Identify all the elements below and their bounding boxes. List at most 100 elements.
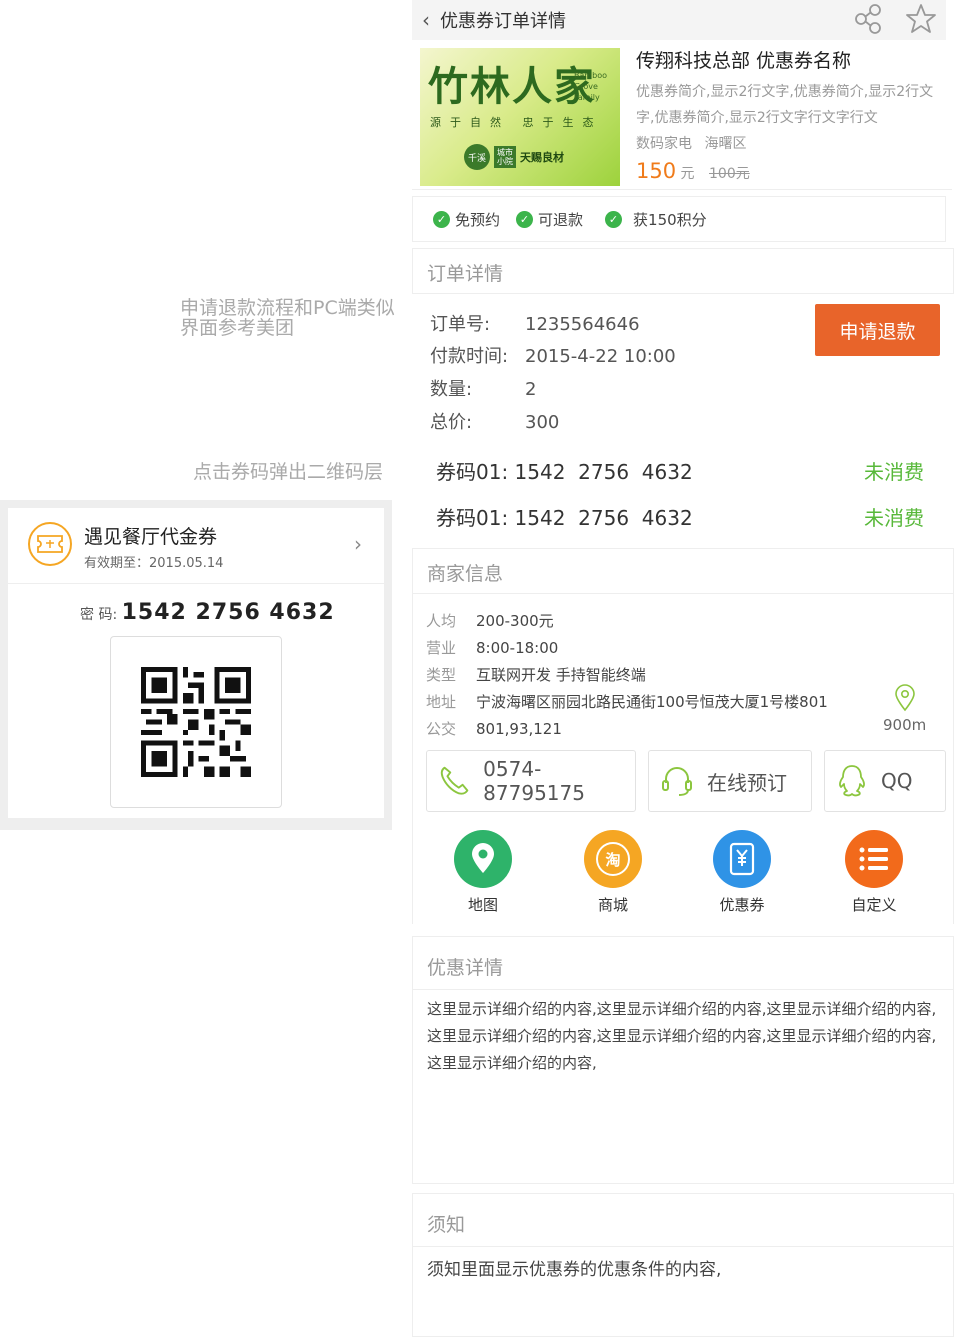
logo-badge-2: 城市小院: [494, 146, 516, 168]
product-desc: 优惠券简介,显示2行文字,优惠券简介,显示2行文字,优惠券简介,显示2行文字行文…: [636, 84, 934, 126]
phone-screen: ‹ 优惠券订单详情 竹林人家 Bamboo Grove Family 源于自然 …: [412, 0, 954, 1337]
merchant-row: 地址 宁波海曙区丽园北路民通街100号恒茂大厦1号楼801: [426, 691, 828, 712]
map-pin-icon: [454, 830, 512, 888]
online-booking-button[interactable]: 在线预订: [648, 750, 812, 812]
check-icon: ✓: [605, 210, 623, 228]
location-link[interactable]: 900m: [883, 684, 926, 734]
refund-note-line-1: 申请退款流程和PC端类似: [180, 297, 395, 319]
qr-code-icon: [141, 667, 251, 777]
product-price-unit: 元: [680, 166, 695, 182]
detail-text: 这里显示详细介绍的内容,这里显示详细介绍的内容,这里显示详细介绍的内容,这里显示…: [412, 990, 954, 1184]
order-section-title: 订单详情: [412, 248, 954, 294]
logo-slogan: 源于自然 忠于生态: [430, 116, 603, 129]
merchant-value: 互联网开发 手持智能终端: [476, 666, 646, 684]
check-icon: ✓: [516, 210, 534, 228]
product-old-price: 100元: [709, 166, 750, 182]
share-icon[interactable]: [852, 2, 886, 36]
order-label: 订单号:: [430, 314, 491, 335]
tag-label: 获150积分: [633, 210, 707, 229]
merchant-label: 公交: [426, 720, 457, 738]
order-row: 付款时间: 2015-4-22 10:00: [430, 342, 676, 368]
qq-label: QQ: [881, 769, 913, 793]
product-image: 竹林人家 Bamboo Grove Family 源于自然 忠于生态 千溪 城市…: [420, 48, 620, 186]
phone-button[interactable]: 0574-87795175: [426, 750, 636, 812]
order-row: 订单号: 1235564646: [430, 310, 640, 336]
tag-label: 免预约: [455, 210, 501, 229]
coupon-name: 遇见餐厅代金券: [84, 526, 218, 548]
list-icon: [845, 830, 903, 888]
refund-button[interactable]: 申请退款: [815, 304, 940, 356]
merchant-section-title: 商家信息: [412, 548, 954, 594]
detail-section-title: 优惠详情: [412, 936, 954, 990]
app-coupon[interactable]: 优惠券: [702, 830, 782, 915]
product-district: 海曙区: [704, 136, 747, 152]
refund-note: 申请退款流程和PC端类似 界面参考美团: [180, 298, 395, 338]
logo-badge-1: 千溪: [464, 144, 490, 170]
order-value: 2015-4-22 10:00: [525, 346, 676, 367]
merchant-label: 类型: [426, 666, 457, 684]
app-label: 商城: [597, 896, 628, 914]
merchant-label: 营业: [426, 639, 457, 657]
product-info: 传翔科技总部 优惠券名称 优惠券简介,显示2行文字,优惠券简介,显示2行文字,优…: [636, 46, 946, 183]
coupon-ticket-icon: [28, 522, 72, 566]
headset-icon: [662, 767, 692, 796]
phone-number: 0574-87795175: [483, 757, 585, 805]
coupon-code-row[interactable]: 券码01: 1542 2756 4632 未消费: [412, 502, 954, 548]
distance: 900m: [883, 716, 927, 734]
tag-list: ✓ 免预约 ✓ 可退款 ✓ 获150积分: [412, 196, 946, 242]
tag-item: ✓ 获150积分: [605, 209, 707, 230]
code-status: 未消费: [864, 460, 924, 484]
app-label: 自定义: [851, 896, 897, 914]
order-value: 300: [525, 412, 560, 433]
taobao-icon: 淘: [584, 830, 642, 888]
qq-icon: [839, 765, 865, 797]
password-label: 密 码:: [80, 607, 118, 623]
top-actions: [852, 2, 938, 36]
order-label: 数量:: [430, 379, 473, 400]
top-bar: ‹ 优惠券订单详情: [412, 0, 946, 40]
order-label: 付款时间:: [430, 346, 509, 367]
chevron-left-icon[interactable]: ‹: [412, 8, 440, 32]
app-label: 地图: [467, 896, 498, 914]
qr-code: [110, 636, 282, 808]
merchant-row: 类型 互联网开发 手持智能终端: [426, 664, 646, 685]
product-card[interactable]: 竹林人家 Bamboo Grove Family 源于自然 忠于生态 千溪 城市…: [412, 40, 952, 190]
order-row: 总价: 300: [430, 408, 559, 434]
qq-button[interactable]: QQ: [824, 750, 946, 812]
phone-icon: [440, 766, 469, 795]
location-pin-icon: [894, 684, 915, 712]
tag-item: ✓ 可退款: [516, 209, 583, 230]
mobile-yen-icon: [713, 830, 771, 888]
merchant-label: 人均: [426, 612, 457, 630]
logo-en: Bamboo Grove Family: [574, 71, 608, 102]
merchant-row: 人均 200-300元: [426, 610, 554, 631]
qr-popup: 遇见餐厅代金券 有效期至：2015.05.14 › 密 码: 1542 2756…: [8, 508, 384, 818]
merchant-row: 营业 8:00-18:00: [426, 637, 558, 658]
tag-label: 可退款: [538, 210, 584, 229]
app-map[interactable]: 地图: [443, 830, 523, 915]
check-icon: ✓: [433, 210, 450, 228]
order-label: 总价:: [430, 412, 473, 433]
merchant-row: 公交 801,93,121: [426, 718, 562, 739]
code-value: 1542 2756 4632: [514, 506, 693, 530]
coupon-code-row[interactable]: 券码01: 1542 2756 4632 未消费: [412, 456, 954, 502]
order-details: 订单号: 1235564646 付款时间: 2015-4-22 10:00 数量: 2…: [412, 296, 954, 446]
page: 申请退款流程和PC端类似 界面参考美团 点击券码弹出二维码层 遇见餐厅代金券 有…: [0, 0, 960, 1337]
order-value: 1235564646: [525, 314, 640, 335]
page-title: 优惠券订单详情: [440, 11, 566, 32]
product-price: 150: [636, 159, 677, 183]
logo-main: 竹林人家: [428, 63, 596, 110]
merchant-value: 200-300元: [476, 612, 554, 630]
coupon-row[interactable]: 遇见餐厅代金券 有效期至：2015.05.14 ›: [8, 508, 384, 584]
tag-item: ✓ 免预约: [433, 209, 500, 230]
merchant-info: 人均 200-300元 营业 8:00-18:00 类型 互联网开发 手持智能终端 地…: [412, 594, 954, 924]
logo-brand: 天赐良材: [520, 151, 564, 164]
code-value: 1542 2756 4632: [514, 460, 693, 484]
product-price-line: 150 元 100元: [636, 159, 946, 183]
app-label: 优惠券: [719, 896, 765, 914]
app-custom[interactable]: 自定义: [834, 830, 914, 915]
star-icon[interactable]: [904, 2, 938, 36]
password-code: 1542 2756 4632: [121, 600, 335, 625]
password-line: 密 码: 1542 2756 4632: [80, 600, 335, 625]
app-mall[interactable]: 淘 商城: [573, 830, 653, 915]
